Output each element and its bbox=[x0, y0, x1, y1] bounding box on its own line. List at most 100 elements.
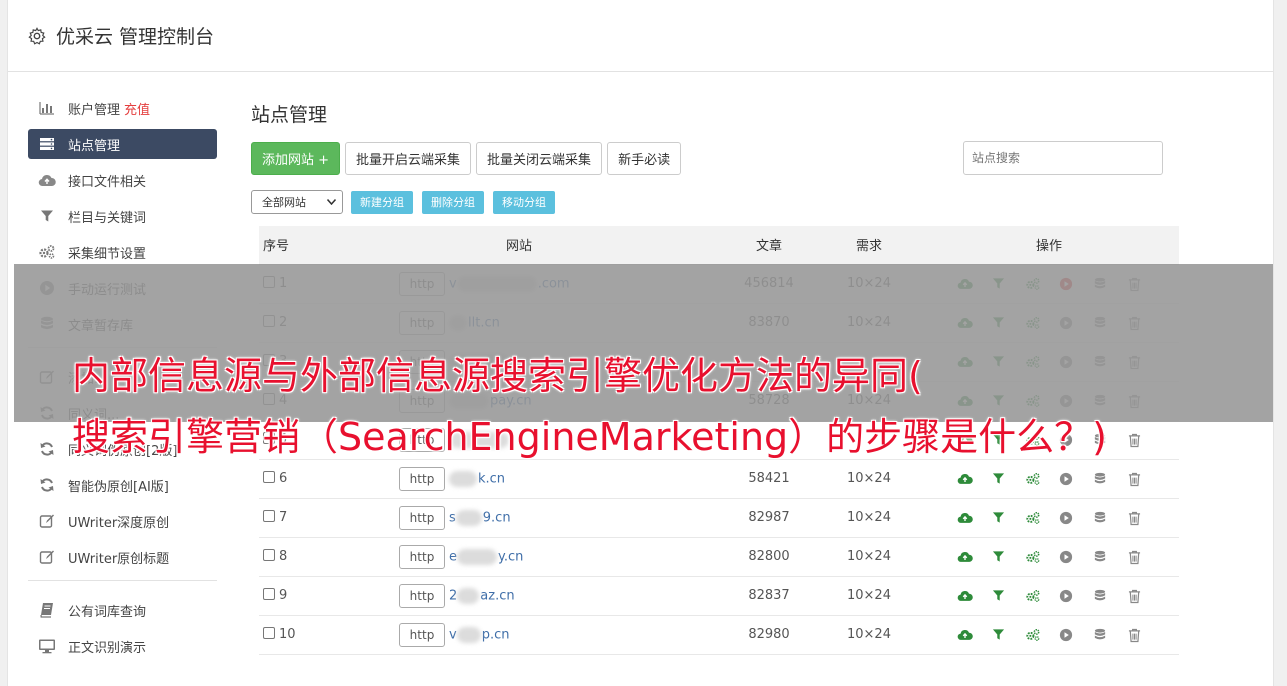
site-group-select[interactable]: 全部网站 bbox=[251, 190, 343, 214]
trash-icon[interactable] bbox=[1127, 472, 1141, 486]
sidebar-item-label: 智能伪原创[AI版] bbox=[68, 479, 169, 495]
filter-icon[interactable] bbox=[991, 472, 1005, 486]
row-number: 8 bbox=[279, 549, 288, 564]
database-icon[interactable] bbox=[1093, 550, 1107, 564]
trash-icon[interactable] bbox=[1127, 589, 1141, 603]
sidebar-item-14[interactable]: 正文识别演示 bbox=[28, 631, 217, 661]
row-checkbox[interactable] bbox=[263, 471, 275, 483]
site-domain-suffix[interactable]: az.cn bbox=[480, 588, 514, 603]
cell-no: 7 bbox=[259, 498, 319, 538]
sidebar-item-label: 账户管理 bbox=[68, 102, 121, 118]
cell-site: http 2 az.cn bbox=[319, 576, 719, 616]
row-number: 7 bbox=[279, 510, 288, 525]
cell-site: http e y.cn bbox=[319, 537, 719, 577]
chevron-down-icon bbox=[327, 199, 336, 205]
headline-line-2: 搜索引擎营销（SearchEngineMarketing）的步骤是什么？) bbox=[72, 415, 1108, 459]
cell-articles[interactable]: 82800 bbox=[719, 537, 819, 577]
delete-group-button[interactable]: 删除分组 bbox=[422, 190, 484, 214]
database-icon[interactable] bbox=[1093, 511, 1107, 525]
filter-icon[interactable] bbox=[991, 589, 1005, 603]
batch-close-cloud-button[interactable]: 批量关闭云端采集 bbox=[476, 141, 603, 175]
sidebar-item-label: 站点管理 bbox=[68, 138, 121, 154]
site-search-input[interactable] bbox=[963, 141, 1163, 175]
sidebar-item-label: UWriter原创标题 bbox=[68, 551, 170, 567]
database-icon[interactable] bbox=[1093, 589, 1107, 603]
cell-articles[interactable]: 82980 bbox=[719, 615, 819, 655]
cell-no: 10 bbox=[259, 615, 319, 655]
main-content: 站点管理 添加网站 + 批量开启云端采集 批量关闭云端采集 新手必读 全部网站 … bbox=[251, 100, 1179, 655]
gears-icon[interactable] bbox=[1025, 589, 1040, 603]
site-domain-prefix[interactable]: e bbox=[449, 549, 457, 564]
sidebar-item-4[interactable]: 采集细节设置 bbox=[28, 237, 217, 267]
cell-no: 8 bbox=[259, 537, 319, 577]
site-domain-suffix[interactable]: k.cn bbox=[478, 471, 505, 486]
site-domain-suffix[interactable]: 9.cn bbox=[483, 510, 511, 525]
site-domain-prefix[interactable]: 2 bbox=[449, 588, 457, 603]
batch-open-cloud-button[interactable]: 批量开启云端采集 bbox=[345, 141, 472, 175]
book-icon bbox=[38, 602, 56, 618]
gear-icon bbox=[28, 26, 46, 45]
col-header-no: 序号 bbox=[259, 226, 319, 265]
add-site-button[interactable]: 添加网站 + bbox=[251, 141, 341, 175]
filter-icon[interactable] bbox=[991, 550, 1005, 564]
sidebar-separator bbox=[28, 580, 217, 581]
move-group-button[interactable]: 移动分组 bbox=[493, 190, 555, 214]
sidebar-item-0[interactable]: 账户管理 充值 bbox=[28, 93, 217, 123]
table-row: 8 http e y.cn 82800 10×24 bbox=[259, 537, 1179, 577]
sidebar-item-10[interactable]: 智能伪原创[AI版] bbox=[28, 470, 217, 500]
cloud-upload-icon[interactable] bbox=[957, 628, 973, 642]
site-domain-suffix[interactable]: y.cn bbox=[498, 549, 523, 564]
play-circle-icon[interactable] bbox=[1059, 628, 1073, 642]
play-circle-icon[interactable] bbox=[1059, 511, 1073, 525]
site-domain-prefix[interactable]: v bbox=[449, 627, 457, 642]
row-checkbox[interactable] bbox=[263, 549, 275, 561]
sidebar-item-12[interactable]: UWriter原创标题 bbox=[28, 542, 217, 572]
database-icon[interactable] bbox=[1093, 472, 1107, 486]
sidebar-item-11[interactable]: UWriter深度原创 bbox=[28, 506, 217, 536]
sidebar-item-1[interactable]: 站点管理 bbox=[28, 129, 217, 159]
row-checkbox[interactable] bbox=[263, 627, 275, 639]
filter-icon bbox=[38, 208, 56, 224]
play-circle-icon[interactable] bbox=[1059, 589, 1073, 603]
newbie-guide-button[interactable]: 新手必读 bbox=[607, 141, 682, 175]
cell-articles[interactable]: 82987 bbox=[719, 498, 819, 538]
toolbar: 添加网站 + 批量开启云端采集 批量关闭云端采集 新手必读 bbox=[251, 140, 1171, 176]
database-icon[interactable] bbox=[1093, 628, 1107, 642]
gears-icon[interactable] bbox=[1025, 628, 1040, 642]
row-checkbox[interactable] bbox=[263, 510, 275, 522]
table-row: 7 http s 9.cn 82987 10×24 bbox=[259, 498, 1179, 538]
protocol-badge: http bbox=[399, 505, 445, 530]
sidebar-item-label: UWriter深度原创 bbox=[68, 515, 170, 531]
cell-articles[interactable]: 82837 bbox=[719, 576, 819, 616]
new-group-button[interactable]: 新建分组 bbox=[351, 190, 413, 214]
sidebar-item-2[interactable]: 接口文件相关 bbox=[28, 165, 217, 195]
cell-site: http k.cn bbox=[319, 459, 719, 499]
cell-demand: 10×24 bbox=[819, 615, 919, 655]
gears-icon[interactable] bbox=[1025, 550, 1040, 564]
filter-icon[interactable] bbox=[991, 628, 1005, 642]
cloud-upload-icon[interactable] bbox=[957, 472, 973, 486]
row-checkbox[interactable] bbox=[263, 588, 275, 600]
cloud-upload-icon[interactable] bbox=[957, 589, 973, 603]
table-row: 9 http 2 az.cn 82837 10×24 bbox=[259, 576, 1179, 616]
trash-icon[interactable] bbox=[1127, 550, 1141, 564]
cell-articles[interactable]: 58421 bbox=[719, 459, 819, 499]
gears-icon[interactable] bbox=[1025, 472, 1040, 486]
site-domain-prefix[interactable]: s bbox=[449, 510, 456, 525]
site-domain-suffix[interactable]: p.cn bbox=[482, 627, 510, 642]
trash-icon[interactable] bbox=[1127, 511, 1141, 525]
play-circle-icon[interactable] bbox=[1059, 550, 1073, 564]
sidebar-item-3[interactable]: 栏目与关键词 bbox=[28, 201, 217, 231]
site-group-select-value: 全部网站 bbox=[262, 196, 306, 209]
cloud-upload-icon[interactable] bbox=[957, 511, 973, 525]
gears-icon[interactable] bbox=[1025, 511, 1040, 525]
filter-icon[interactable] bbox=[991, 511, 1005, 525]
play-circle-icon[interactable] bbox=[1059, 472, 1073, 486]
trash-icon[interactable] bbox=[1127, 628, 1141, 642]
cloud-upload-icon[interactable] bbox=[957, 550, 973, 564]
sidebar-item-13[interactable]: 公有词库查询 bbox=[28, 595, 217, 625]
trash-icon[interactable] bbox=[1127, 433, 1141, 447]
row-number: 6 bbox=[279, 471, 288, 486]
recharge-link[interactable]: 充值 bbox=[124, 99, 150, 118]
sidebar-item-label: 采集细节设置 bbox=[68, 246, 147, 262]
